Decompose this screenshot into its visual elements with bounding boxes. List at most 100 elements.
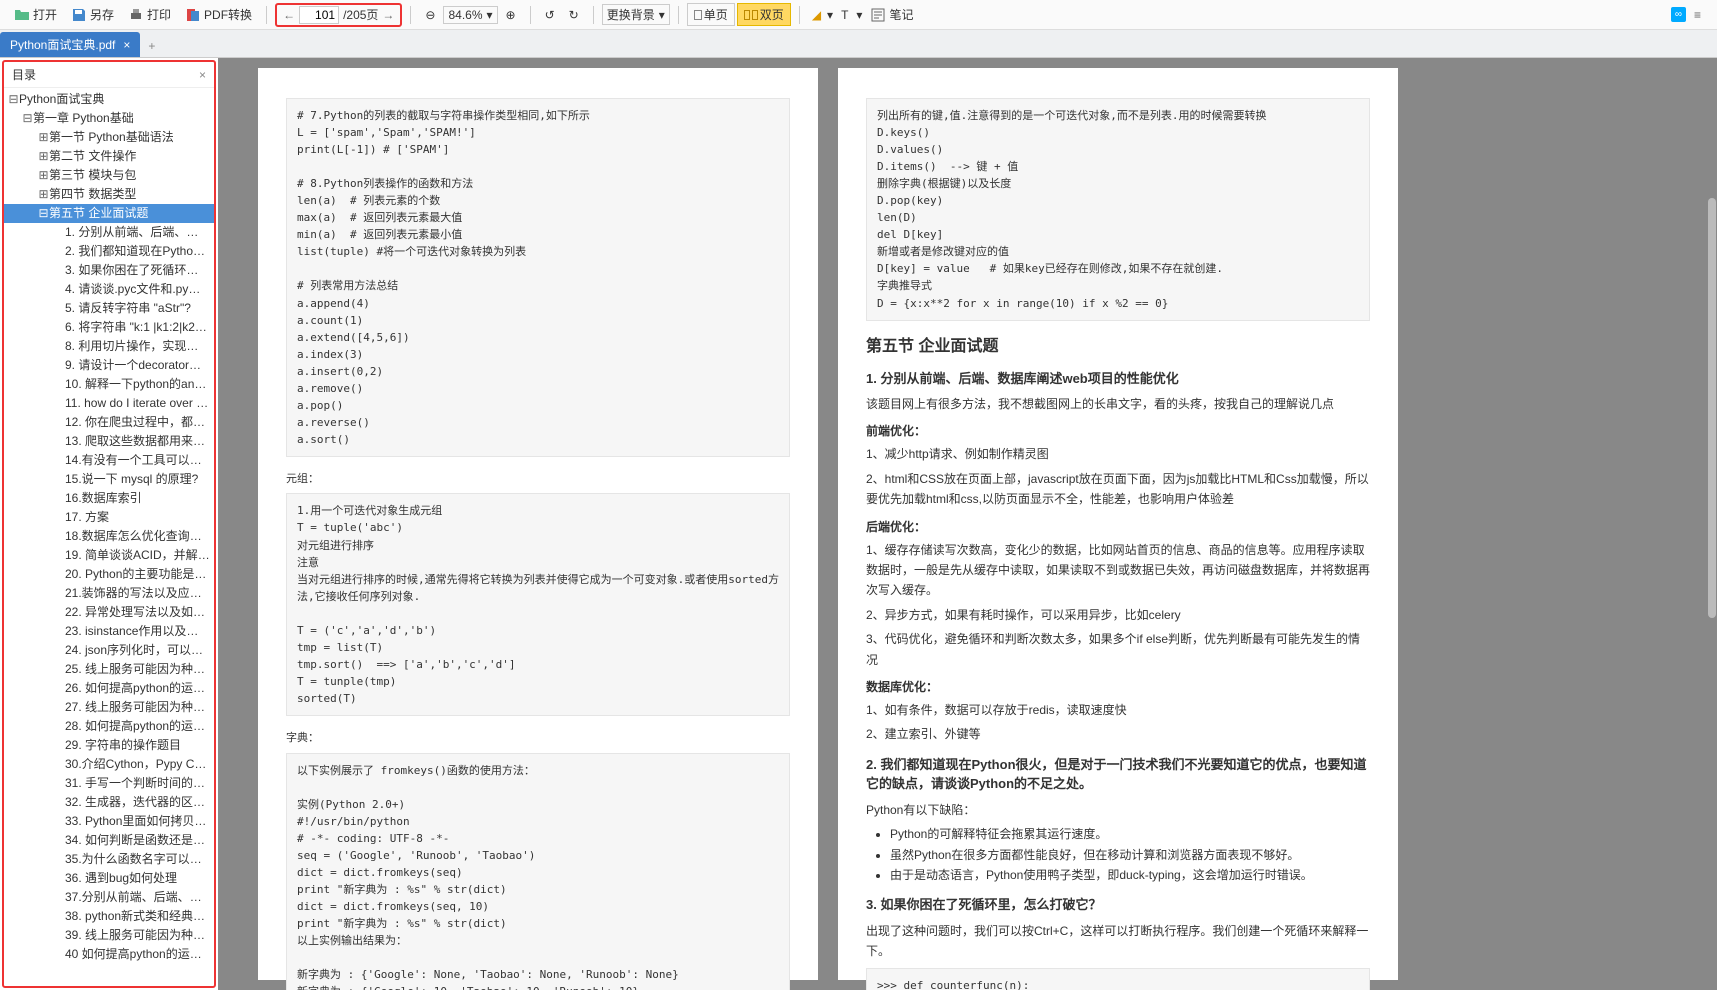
rotate-right-icon[interactable]: ↻	[563, 8, 585, 22]
menu-icon[interactable]: ≡	[1686, 8, 1709, 22]
toc-item[interactable]: 27. 线上服务可能因为种种原因	[4, 698, 214, 717]
page-viewer[interactable]: # 7.Python的列表的截取与字符串操作类型相同,如下所示 L = ['sp…	[218, 58, 1717, 990]
toc-label: 39. 线上服务可能因为种种原因	[65, 928, 214, 942]
toc-item[interactable]: 9. 请设计一个decorator，它可	[4, 356, 214, 375]
expand-icon[interactable]: ⊞	[38, 167, 49, 184]
toc-label: 17. 方案	[65, 510, 109, 524]
toc-item[interactable]: 16.数据库索引	[4, 489, 214, 508]
zoom-in-icon[interactable]: ⊕	[500, 8, 522, 22]
toc-item[interactable]: 11. how do I iterate over a s	[4, 394, 214, 413]
toc-item[interactable]: 19. 简单谈谈ACID，并解释每一	[4, 546, 214, 565]
toc-item[interactable]: 3. 如果你困在了死循环里，怎	[4, 261, 214, 280]
expand-icon[interactable]: ⊞	[38, 148, 49, 165]
list-item: 虽然Python在很多方面都性能良好，但在移动计算和浏览器方面表现不够好。	[890, 845, 1370, 865]
toc-label: 40 如何提高python的运行效率	[65, 947, 214, 961]
expand-icon[interactable]: ⊞	[38, 129, 49, 146]
toc-item[interactable]: 35.为什么函数名字可以当做参	[4, 850, 214, 869]
toc-item[interactable]: 30.介绍Cython，Pypy Cpython	[4, 755, 214, 774]
page-number-input[interactable]	[299, 6, 339, 24]
toc-item[interactable]: 8. 利用切片操作，实现一个trim	[4, 337, 214, 356]
tab-title: Python面试宝典.pdf	[10, 36, 115, 53]
toc-item[interactable]: 12. 你在爬虫过程中，都是怎么	[4, 413, 214, 432]
text-icon[interactable]: T	[835, 8, 854, 22]
document-tab[interactable]: Python面试宝典.pdf ×	[0, 32, 140, 57]
question-heading: 3. 如果你困在了死循环里，怎么打破它？	[866, 895, 1370, 915]
toc-item[interactable]: 39. 线上服务可能因为种种原因	[4, 926, 214, 945]
print-button[interactable]: 打印	[122, 4, 177, 25]
toc-item[interactable]: ⊞第二节 文件操作	[4, 147, 214, 166]
zoom-select[interactable]: 84.6%▾	[443, 6, 497, 24]
toc-item[interactable]: 17. 方案	[4, 508, 214, 527]
list-item: 由于是动态语言，Python使用鸭子类型，即duck-typing，这会增加运行…	[890, 865, 1370, 885]
toc-label: 1. 分别从前端、后端、数据库	[65, 225, 214, 239]
toc-item[interactable]: 36. 遇到bug如何处理	[4, 869, 214, 888]
scrollbar-thumb[interactable]	[1708, 198, 1716, 618]
toc-item[interactable]: ⊟第五节 企业面试题	[4, 204, 214, 223]
toc-item[interactable]: 29. 字符串的操作题目	[4, 736, 214, 755]
toc-item[interactable]: 4. 请谈谈.pyc文件和.py文件的	[4, 280, 214, 299]
sidebar-close-icon[interactable]: ×	[199, 68, 206, 82]
toc-item[interactable]: ⊞第三节 模块与包	[4, 166, 214, 185]
toc-item[interactable]: 21.装饰器的写法以及应用场景	[4, 584, 214, 603]
toc-label: 24. json序列化时，可以处理的	[65, 643, 214, 657]
zoom-out-icon[interactable]: ⊖	[419, 8, 441, 22]
toc-item[interactable]: ⊟第一章 Python基础	[4, 109, 214, 128]
toc-label: 第一节 Python基础语法	[49, 130, 174, 144]
next-page-icon[interactable]: →	[382, 8, 394, 22]
toc-item[interactable]: 20. Python的主要功能是什么？	[4, 565, 214, 584]
toc-item[interactable]: 15.说一下 mysql 的原理?	[4, 470, 214, 489]
tab-add-button[interactable]: +	[140, 35, 163, 57]
folder-icon	[14, 7, 30, 23]
chevron-down-icon[interactable]: ▾	[827, 8, 833, 22]
toc-item[interactable]: 10. 解释一下python的and-or	[4, 375, 214, 394]
toc-item[interactable]: 14.有没有一个工具可以帮助查	[4, 451, 214, 470]
toc-item[interactable]: 23. isinstance作用以及应用场	[4, 622, 214, 641]
expand-icon[interactable]: ⊞	[38, 186, 49, 203]
highlight-icon[interactable]: ◢	[808, 8, 825, 22]
pdf-convert-button[interactable]: PDF转换	[179, 4, 258, 25]
toc-item[interactable]: 13. 爬取这些数据都用来做什么	[4, 432, 214, 451]
toc-item[interactable]: 6. 将字符串 "k:1 |k1:2|k2:3|k3	[4, 318, 214, 337]
tab-close-icon[interactable]: ×	[123, 38, 130, 52]
section-label: 元组：	[286, 471, 790, 488]
open-button[interactable]: 打开	[8, 4, 63, 25]
toc-item[interactable]: 37.分别从前端、后端、数据库	[4, 888, 214, 907]
toc-item[interactable]: ⊞第四节 数据类型	[4, 185, 214, 204]
toc-item[interactable]: 31. 手写一个判断时间的装饰器	[4, 774, 214, 793]
chevron-down-icon[interactable]: ▾	[856, 8, 862, 22]
app-badge-icon[interactable]: ∞	[1671, 7, 1686, 22]
toc-item[interactable]: 33. Python里面如何拷贝一个对	[4, 812, 214, 831]
toc-item[interactable]: 26. 如何提高python的运行效率	[4, 679, 214, 698]
table-of-contents: ⊟Python面试宝典⊟第一章 Python基础⊞第一节 Python基础语法⊞…	[4, 88, 214, 986]
paragraph: 1、缓存存储读写次数高，变化少的数据，比如网站首页的信息、商品的信息等。应用程序…	[866, 540, 1370, 601]
question-heading: 2. 我们都知道现在Python很火，但是对于一门技术我们不光要知道它的优点，也…	[866, 755, 1370, 794]
single-page-button[interactable]: 单页	[687, 3, 735, 26]
toc-item[interactable]: 1. 分别从前端、后端、数据库	[4, 223, 214, 242]
collapse-icon[interactable]: ⊟	[38, 205, 49, 222]
toc-item[interactable]: 2. 我们都知道现在Python很火	[4, 242, 214, 261]
toc-item[interactable]: 34. 如何判断是函数还是方法？	[4, 831, 214, 850]
toc-label: 4. 请谈谈.pyc文件和.py文件的	[65, 282, 214, 296]
toc-label: 3. 如果你困在了死循环里，怎	[65, 263, 214, 277]
toc-item[interactable]: 28. 如何提高python的运行效率	[4, 717, 214, 736]
toc-item[interactable]: 32. 生成器，迭代器的区别？	[4, 793, 214, 812]
collapse-icon[interactable]: ⊟	[22, 110, 33, 127]
toc-item[interactable]: 22. 异常处理写法以及如何主动	[4, 603, 214, 622]
collapse-icon[interactable]: ⊟	[8, 91, 19, 108]
toc-item[interactable]: 24. json序列化时，可以处理的	[4, 641, 214, 660]
save-button[interactable]: 另存	[65, 4, 120, 25]
toc-item[interactable]: 18.数据库怎么优化查询效率?	[4, 527, 214, 546]
toc-item[interactable]: 40 如何提高python的运行效率	[4, 945, 214, 964]
note-button[interactable]: 笔记	[864, 4, 919, 25]
toc-item[interactable]: ⊟Python面试宝典	[4, 90, 214, 109]
toc-item[interactable]: ⊞第一节 Python基础语法	[4, 128, 214, 147]
double-page-button[interactable]: 双页	[737, 3, 791, 26]
rotate-left-icon[interactable]: ↺	[539, 8, 561, 22]
toc-label: 13. 爬取这些数据都用来做什么	[65, 434, 214, 448]
toc-label: Python面试宝典	[19, 92, 104, 106]
toc-item[interactable]: 25. 线上服务可能因为种种原因	[4, 660, 214, 679]
prev-page-icon[interactable]: ←	[283, 8, 295, 22]
background-select[interactable]: 更换背景▾	[602, 4, 670, 25]
toc-item[interactable]: 5. 请反转字符串 "aStr"?	[4, 299, 214, 318]
toc-item[interactable]: 38. python新式类和经典类的区	[4, 907, 214, 926]
